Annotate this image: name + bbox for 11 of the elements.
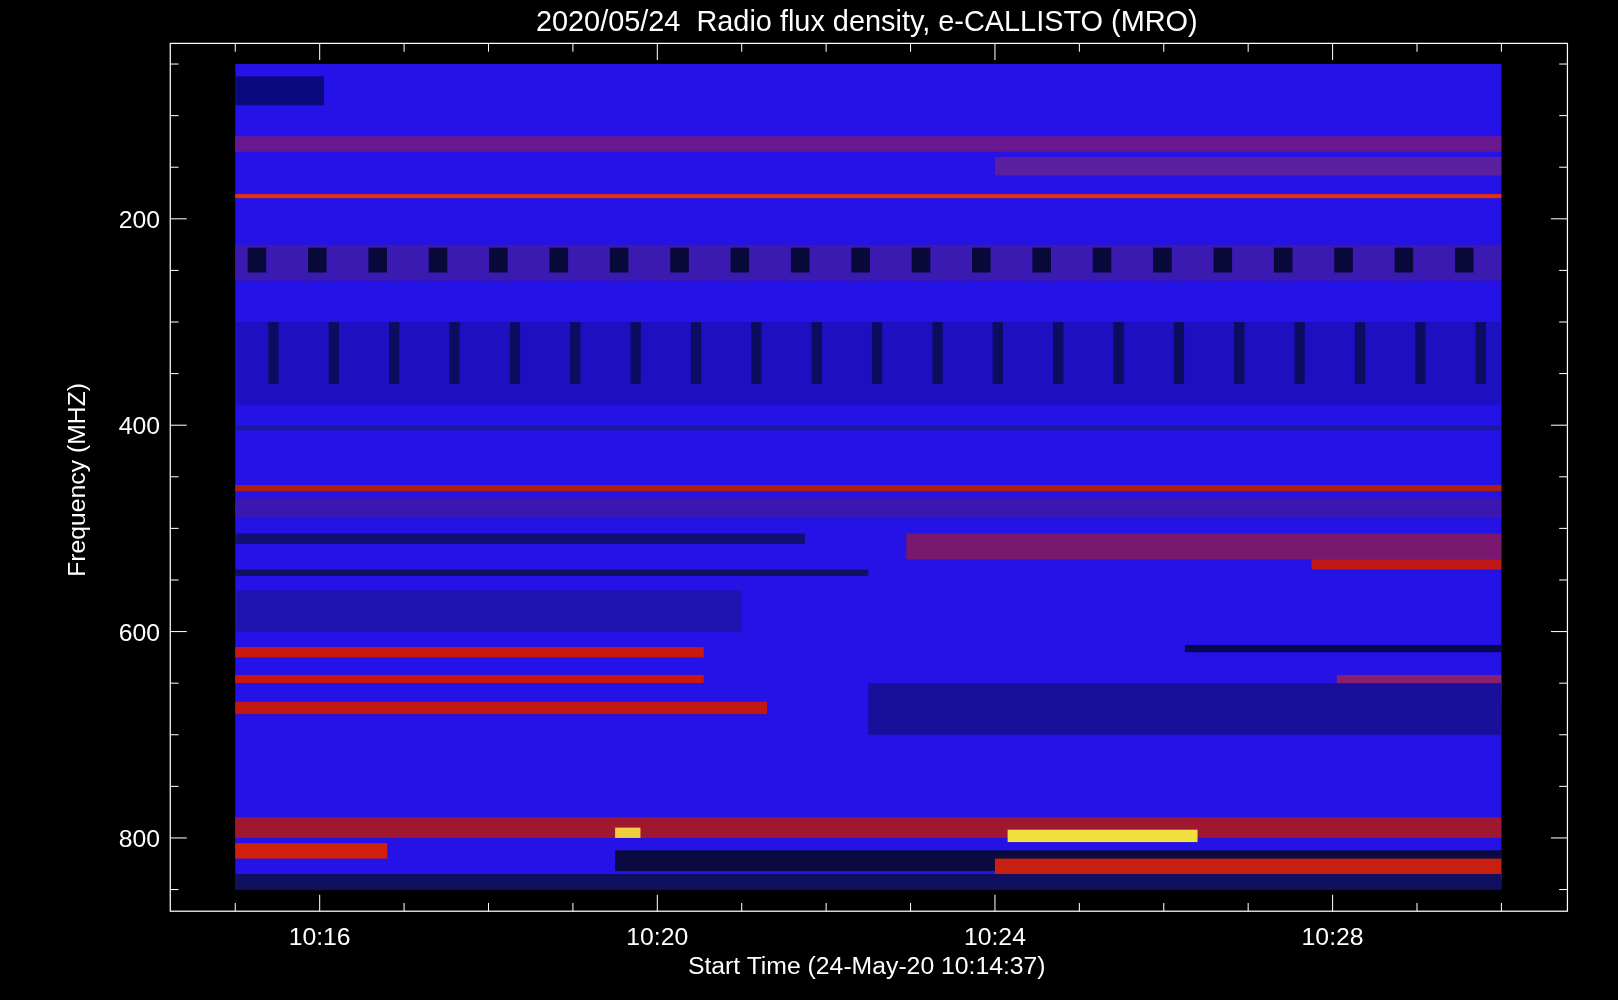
x-tick-label: 10:24 (964, 923, 1026, 951)
x-axis-label: Start Time (24-May-20 10:14:37) (687, 952, 1046, 980)
x-tick-label: 10:20 (626, 923, 689, 951)
chart-title: 2020/05/24 Radio flux density, e-CALLISTO (MRO) (535, 5, 1198, 37)
y-tick-label: 800 (118, 825, 160, 853)
y-tick-label: 400 (118, 412, 160, 440)
x-tick-label: 10:28 (1301, 923, 1364, 951)
y-axis-label: Frequency (MHZ) (62, 382, 90, 577)
y-tick-label: 600 (118, 618, 160, 646)
y-tick-label: 200 (118, 206, 160, 234)
x-tick-label: 10:16 (288, 923, 351, 951)
